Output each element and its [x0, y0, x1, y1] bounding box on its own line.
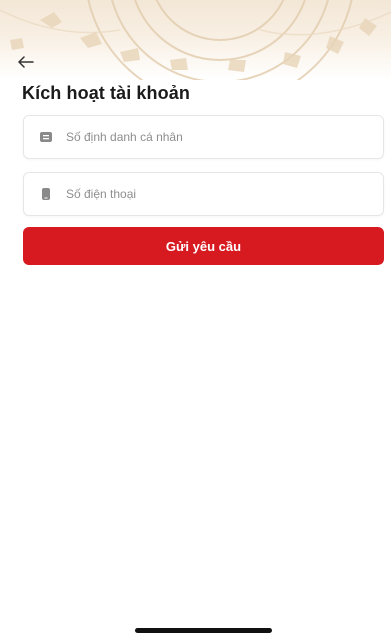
header-banner	[0, 0, 391, 80]
phone-number-input[interactable]	[64, 186, 368, 202]
drum-pattern-decoration	[0, 0, 391, 80]
id-number-field[interactable]	[23, 115, 384, 159]
home-indicator	[135, 628, 272, 633]
back-button[interactable]	[18, 52, 46, 72]
phone-number-field[interactable]	[23, 172, 384, 216]
id-number-input[interactable]	[64, 129, 368, 145]
id-card-icon	[34, 131, 58, 143]
page-title: Kích hoạt tài khoản	[22, 83, 190, 103]
arrow-left-icon	[18, 56, 34, 68]
submit-request-button[interactable]: Gửi yêu cầu	[23, 227, 384, 265]
phone-icon	[34, 187, 58, 201]
